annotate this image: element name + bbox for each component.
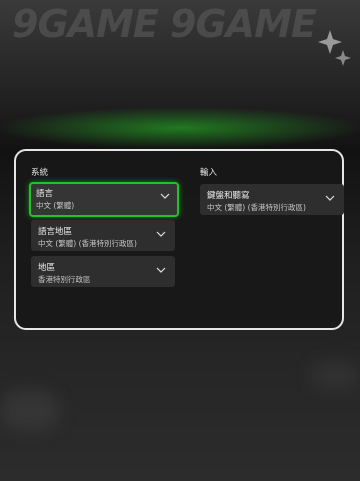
input-section-title: 輸入 xyxy=(200,168,218,178)
keyboard-dictation-dropdown[interactable]: 鍵盤和聽寫 中文 (繁體) (香港特別行政區) xyxy=(200,184,344,215)
language-region-label: 語言地區 xyxy=(38,227,73,237)
watermark: 9GAME 9GAME xyxy=(12,2,317,46)
region-dropdown[interactable]: 地區 香港特別行政區 xyxy=(31,256,175,287)
region-label: 地區 xyxy=(38,263,56,273)
system-section-title: 系統 xyxy=(31,168,49,178)
region-value: 香港特別行政區 xyxy=(38,275,91,284)
language-label: 語言 xyxy=(36,189,54,199)
background-blur xyxy=(310,360,360,390)
chevron-down-icon xyxy=(156,231,166,237)
settings-panel: 系統 輸入 語言 中文 (繁體) 語言地區 中文 (繁體) (香港特別行政區) … xyxy=(14,149,344,330)
language-value: 中文 (繁體) xyxy=(36,201,75,210)
keyboard-dictation-label: 鍵盤和聽寫 xyxy=(207,191,250,201)
chevron-down-icon xyxy=(325,195,335,201)
keyboard-dictation-value: 中文 (繁體) (香港特別行政區) xyxy=(207,203,306,212)
sparkle-icon xyxy=(318,30,351,66)
background-blur xyxy=(0,390,60,430)
language-region-value: 中文 (繁體) (香港特別行政區) xyxy=(38,239,137,248)
language-region-dropdown[interactable]: 語言地區 中文 (繁體) (香港特別行政區) xyxy=(31,220,175,251)
chevron-down-icon xyxy=(160,193,170,199)
language-dropdown[interactable]: 語言 中文 (繁體) xyxy=(29,182,179,217)
chevron-down-icon xyxy=(156,267,166,273)
